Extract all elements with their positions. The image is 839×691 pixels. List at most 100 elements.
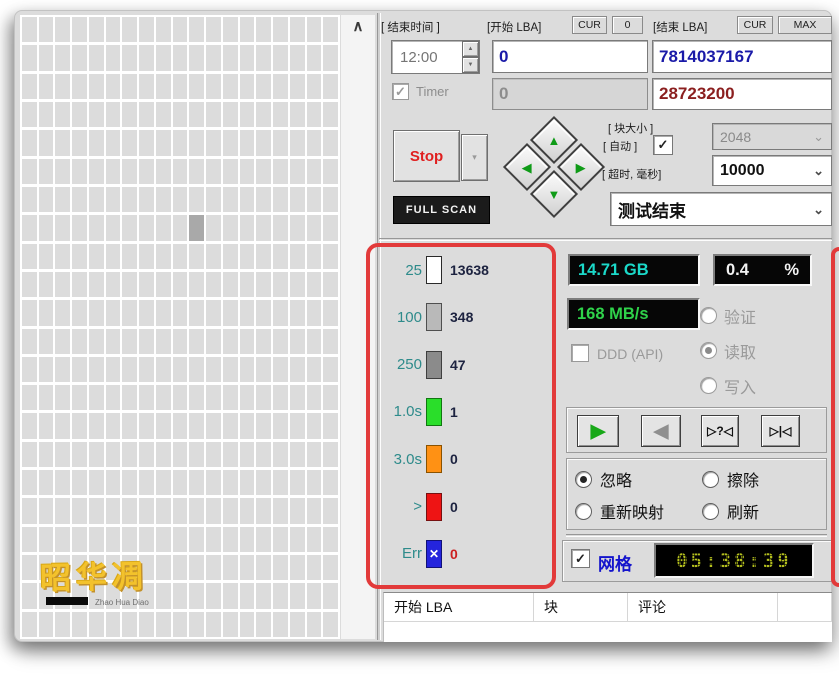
scan-block: [106, 527, 121, 552]
grid-scrollbar[interactable]: [341, 15, 375, 639]
scan-block: [156, 102, 171, 127]
action-radio-label: 刷新: [727, 499, 759, 523]
action-radio-label: 忽略: [600, 467, 632, 491]
scan-block: [307, 130, 322, 155]
scan-block: [55, 130, 70, 155]
scan-block: [240, 187, 255, 212]
scan-block: [273, 498, 288, 523]
scan-block: [307, 102, 322, 127]
timeout-value: 10000: [720, 162, 765, 180]
scan-block: [307, 244, 322, 269]
action-radio-重新映射[interactable]: [575, 503, 592, 520]
scan-block: [206, 357, 221, 382]
scan-block: [55, 272, 70, 297]
ddd-api-checkbox[interactable]: [571, 344, 589, 362]
remaining-blocks-input[interactable]: 28723200: [652, 78, 832, 110]
scan-block: [39, 244, 54, 269]
legend-row: 3.0s0: [378, 445, 550, 473]
scan-block: [55, 385, 70, 410]
scan-block: [189, 272, 204, 297]
stop-dropdown-button[interactable]: ▾: [461, 134, 488, 181]
scan-block: [122, 130, 137, 155]
table-header-评论[interactable]: 评论: [628, 593, 778, 621]
scan-block: [240, 102, 255, 127]
end-time-field[interactable]: 12:00 ▲ ▼: [391, 40, 480, 74]
mode-radio-label: 写入: [724, 374, 756, 398]
scan-block: [72, 413, 87, 438]
scan-block: [307, 442, 322, 467]
scan-block: [106, 130, 121, 155]
auto-checkbox[interactable]: ✓: [653, 135, 673, 155]
scan-block: [290, 244, 305, 269]
scan-block: [55, 17, 70, 42]
scan-block: [22, 17, 37, 42]
scan-block: [122, 300, 137, 325]
scan-block: [323, 442, 338, 467]
scan-block: [89, 159, 104, 184]
timeout-select[interactable]: 10000 ⌄: [712, 155, 832, 186]
time-spin-up-button[interactable]: ▲: [462, 41, 479, 57]
timer-checkbox[interactable]: ✓: [392, 83, 409, 100]
scan-block: [240, 45, 255, 70]
scan-block: [290, 413, 305, 438]
scan-errors-button[interactable]: ▷?◁: [701, 415, 739, 447]
scan-block: [256, 74, 271, 99]
end-lba-max-button[interactable]: MAX: [778, 16, 832, 34]
play-button[interactable]: ▶: [577, 415, 619, 447]
scan-block: [122, 413, 137, 438]
scroll-up-icon[interactable]: ∧: [347, 17, 369, 37]
scan-block: [122, 272, 137, 297]
back-button[interactable]: ◀: [641, 415, 681, 447]
legend-color-swatch: [426, 303, 442, 331]
scan-block: [72, 17, 87, 42]
scan-block: [290, 272, 305, 297]
legend-panel: 2513638100348250471.0s13.0s0>0Err✕0: [378, 256, 550, 568]
scan-block: [173, 272, 188, 297]
mode-radio-写入[interactable]: [700, 377, 717, 394]
scan-block: [89, 527, 104, 552]
current-scan-block: [189, 215, 204, 240]
legend-row: Err✕0: [378, 540, 550, 568]
scan-block: [273, 329, 288, 354]
scan-block: [89, 215, 104, 240]
grid-checkbox[interactable]: ✓: [571, 549, 590, 568]
scan-block: [256, 385, 271, 410]
scan-block: [39, 17, 54, 42]
table-header-块[interactable]: 块: [534, 593, 628, 621]
scan-block: [189, 159, 204, 184]
start-lba-cur-button[interactable]: CUR: [572, 16, 607, 34]
legend-count: 0: [450, 499, 458, 515]
scan-block: [106, 272, 121, 297]
legend-count: 1: [450, 404, 458, 420]
end-lba-input[interactable]: 7814037167: [652, 40, 832, 73]
block-size-select[interactable]: 2048 ⌄: [712, 123, 832, 150]
scan-block: [139, 385, 154, 410]
scan-block: [323, 130, 338, 155]
time-spin-down-button[interactable]: ▼: [462, 57, 479, 73]
table-header-empty[interactable]: [778, 593, 832, 621]
scan-block: [72, 357, 87, 382]
test-status-select[interactable]: 测试结束 ⌄: [610, 192, 832, 226]
action-radio-忽略[interactable]: [575, 471, 592, 488]
scan-block: [206, 498, 221, 523]
scan-block: [106, 215, 121, 240]
stop-button[interactable]: Stop: [393, 130, 460, 182]
start-lba-zero-button[interactable]: 0: [612, 16, 643, 34]
scan-block: [22, 45, 37, 70]
scan-block: [156, 413, 171, 438]
mode-radio-验证[interactable]: [700, 307, 717, 324]
start-lba-input[interactable]: 0: [492, 40, 648, 73]
table-header-开始 LBA[interactable]: 开始 LBA: [384, 593, 534, 621]
scan-block: [223, 74, 238, 99]
action-radio-擦除[interactable]: [702, 471, 719, 488]
action-radio-刷新[interactable]: [702, 503, 719, 520]
mode-radio-读取[interactable]: [700, 342, 717, 359]
scan-block: [189, 74, 204, 99]
scan-block: [273, 102, 288, 127]
scan-block: [240, 555, 255, 580]
scan-block: [55, 612, 70, 637]
full-scan-button[interactable]: FULL SCAN: [393, 196, 490, 224]
end-lba-cur-button[interactable]: CUR: [737, 16, 773, 34]
step-button[interactable]: ▷|◁: [761, 415, 800, 447]
scan-block: [189, 102, 204, 127]
